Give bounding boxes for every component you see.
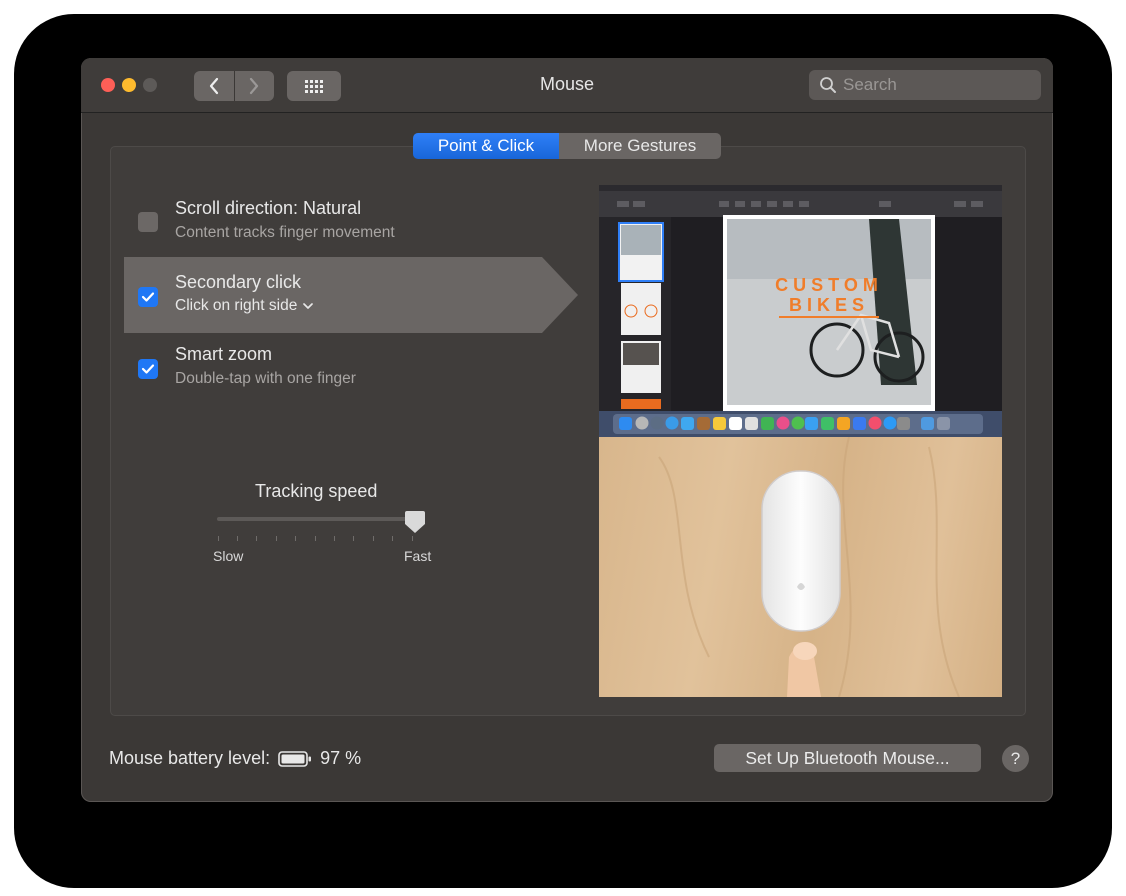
- secondary-click-popup[interactable]: Click on right side: [175, 297, 314, 315]
- option-secondary-click[interactable]: Secondary click Click on right side: [81, 268, 581, 332]
- tab-more-gestures[interactable]: More Gestures: [559, 133, 721, 159]
- search-icon: [820, 77, 836, 93]
- slider-ticks: [218, 536, 414, 542]
- preview-screen: CUSTOM BIKES: [599, 185, 1002, 437]
- scroll-direction-checkbox[interactable]: [138, 212, 158, 232]
- tracking-speed-slider[interactable]: [217, 517, 417, 521]
- option-scroll-direction[interactable]: Scroll direction: Natural Content tracks…: [81, 194, 581, 258]
- option-smart-zoom[interactable]: Smart zoom Double-tap with one finger: [81, 340, 581, 404]
- gesture-preview-video: CUSTOM BIKES: [599, 185, 1002, 697]
- search-field[interactable]: [809, 70, 1041, 100]
- secondary-click-checkbox[interactable]: [138, 287, 158, 307]
- option-subtitle: Double-tap with one finger: [175, 370, 356, 387]
- tracking-speed-label: Tracking speed: [255, 481, 378, 501]
- battery-status: Mouse battery level: 97 %: [109, 748, 361, 769]
- battery-value: 97 %: [320, 748, 362, 768]
- option-title: Scroll direction: Natural: [175, 198, 362, 218]
- checkmark-icon: [141, 364, 155, 374]
- slider-thumb[interactable]: [404, 510, 426, 534]
- option-subtitle: Click on right side: [175, 297, 298, 314]
- pages-app-illustration: CUSTOM BIKES: [599, 185, 1002, 437]
- preview-desk: [599, 436, 1002, 697]
- battery-label: Mouse battery level:: [109, 748, 271, 768]
- search-input[interactable]: [841, 74, 1035, 96]
- smart-zoom-checkbox[interactable]: [138, 359, 158, 379]
- magic-mouse-illustration: [658, 436, 960, 697]
- option-subtitle: Content tracks finger movement: [175, 224, 395, 241]
- title-bar: Mouse: [81, 58, 1053, 113]
- set-up-bluetooth-mouse-button[interactable]: Set Up Bluetooth Mouse...: [714, 744, 981, 772]
- option-title: Smart zoom: [175, 344, 273, 364]
- tab-point-and-click[interactable]: Point & Click: [413, 133, 559, 159]
- checkmark-icon: [141, 292, 155, 302]
- slider-min-label: Slow: [213, 548, 244, 564]
- help-button[interactable]: ?: [1002, 745, 1029, 772]
- battery-icon: [278, 750, 312, 767]
- tab-bar: Point & Click More Gestures: [413, 133, 721, 159]
- preview-headline-2: BIKES: [789, 295, 869, 315]
- option-title: Secondary click: [175, 272, 302, 292]
- mouse-preferences-window: Mouse Point & Click More Gestures Scroll…: [81, 58, 1053, 802]
- slider-max-label: Fast: [404, 548, 432, 564]
- chevron-down-icon: [303, 302, 314, 309]
- preview-headline-1: CUSTOM: [775, 275, 883, 295]
